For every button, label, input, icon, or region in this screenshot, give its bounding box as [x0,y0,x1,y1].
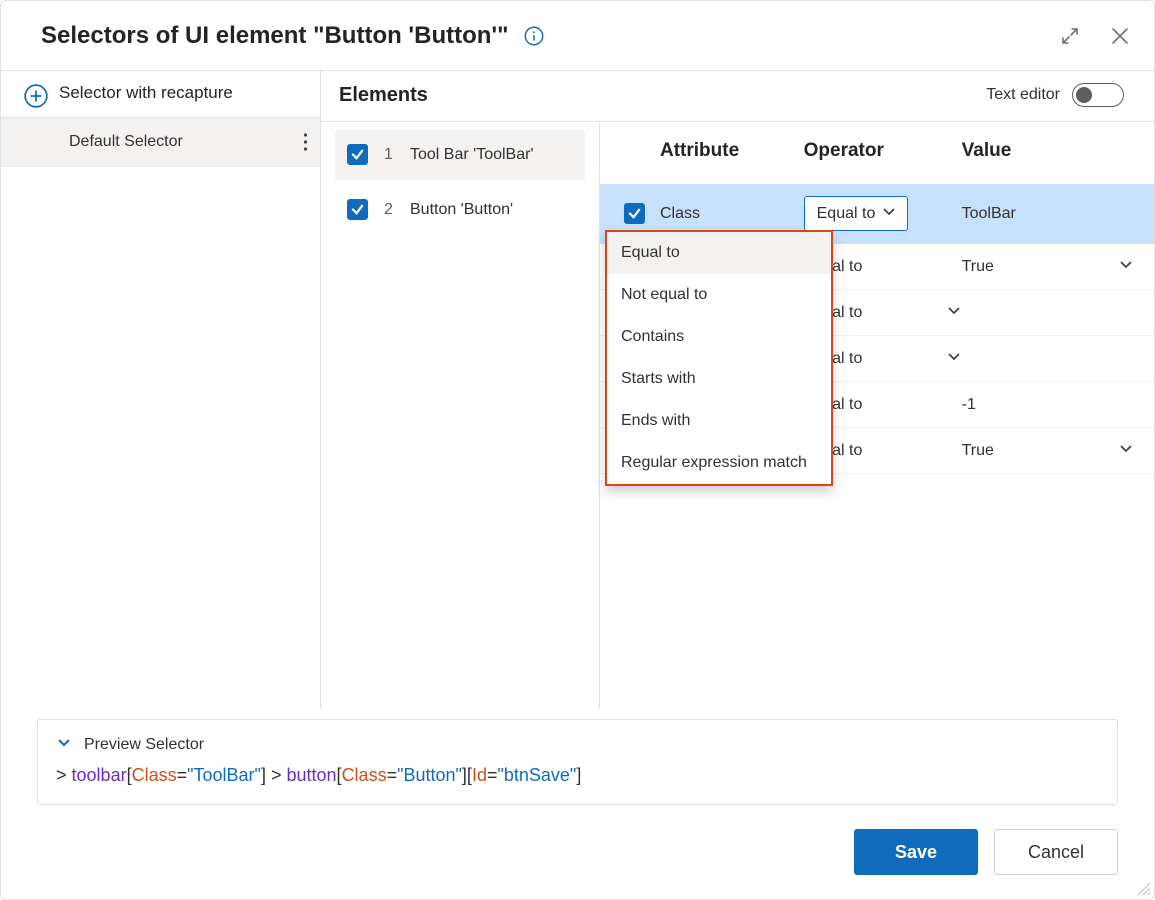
col-value: Value [962,140,1134,162]
attribute-name: Class [660,205,804,223]
element-label: Button 'Button' [410,201,513,219]
dialog-button-row: Save Cancel [1,805,1154,899]
col-attribute: Attribute [660,140,804,162]
selector-item-label: Default Selector [69,133,183,151]
operator-selected-label: Equal to [817,205,876,223]
title-bar: Selectors of UI element "Button 'Button'… [1,1,1154,70]
operator-dropdown[interactable]: Equal to Not equal to Contains Starts wi… [605,230,833,486]
attribute-header-row: Attribute Operator Value [600,122,1154,184]
attribute-panel: Attribute Operator Value Class Equal to [599,122,1154,709]
text-editor-toggle[interactable] [1072,83,1124,107]
selectors-dialog: Selectors of UI element "Button 'Button'… [0,0,1155,900]
element-row[interactable]: 2 Button 'Button' [335,185,585,234]
element-checkbox[interactable] [347,144,368,165]
chevron-down-icon[interactable] [1118,256,1134,277]
plus-circle-icon [23,83,49,112]
selector-with-recapture-button[interactable]: Selector with recapture [1,70,320,118]
operator-option[interactable]: Starts with [607,358,831,400]
expand-icon[interactable] [1060,26,1080,46]
attribute-value[interactable]: -1 [962,396,1134,414]
dialog-title: Selectors of UI element "Button 'Button'… [41,22,509,50]
attribute-value[interactable]: ToolBar [962,205,1134,223]
selector-with-recapture-label: Selector with recapture [59,83,233,103]
save-button[interactable]: Save [854,829,978,875]
cancel-button[interactable]: Cancel [994,829,1118,875]
elements-list: 1 Tool Bar 'ToolBar' 2 Button 'Button' [321,122,599,709]
operator-select[interactable]: Equal to [804,196,908,231]
elements-heading: Elements [339,84,428,107]
operator-option[interactable]: Not equal to [607,274,831,316]
preview-selector-section: Preview Selector > toolbar[Class="ToolBa… [37,719,1118,805]
col-operator: Operator [804,140,962,162]
chevron-down-icon [946,302,962,323]
element-checkbox[interactable] [347,199,368,220]
element-label: Tool Bar 'ToolBar' [410,146,534,164]
operator-option[interactable]: Ends with [607,400,831,442]
attribute-value[interactable]: True [962,442,994,460]
close-icon[interactable] [1110,26,1130,46]
resize-grip-icon[interactable] [1136,881,1152,897]
selector-list-item[interactable]: Default Selector [1,118,320,167]
selector-list-panel: Selector with recapture Default Selector [1,70,321,709]
preview-header-label: Preview Selector [84,736,204,754]
more-vertical-icon[interactable] [303,132,308,152]
element-index: 1 [384,146,394,164]
element-row[interactable]: 1 Tool Bar 'ToolBar' [335,130,585,179]
chevron-down-icon[interactable] [1118,440,1134,461]
attribute-value[interactable]: True [962,258,994,276]
chevron-down-icon [881,203,897,224]
operator-option[interactable]: Equal to [607,232,831,274]
chevron-down-icon [56,734,72,755]
preview-header[interactable]: Preview Selector [56,734,1099,755]
element-index: 2 [384,201,394,219]
info-icon[interactable] [509,21,545,50]
text-editor-label: Text editor [986,86,1060,104]
attribute-checkbox[interactable] [624,203,645,224]
operator-option[interactable]: Regular expression match [607,442,831,484]
operator-option[interactable]: Contains [607,316,831,358]
selector-preview-text: > toolbar[Class="ToolBar"] > button[Clas… [56,765,1099,786]
chevron-down-icon [946,348,962,369]
